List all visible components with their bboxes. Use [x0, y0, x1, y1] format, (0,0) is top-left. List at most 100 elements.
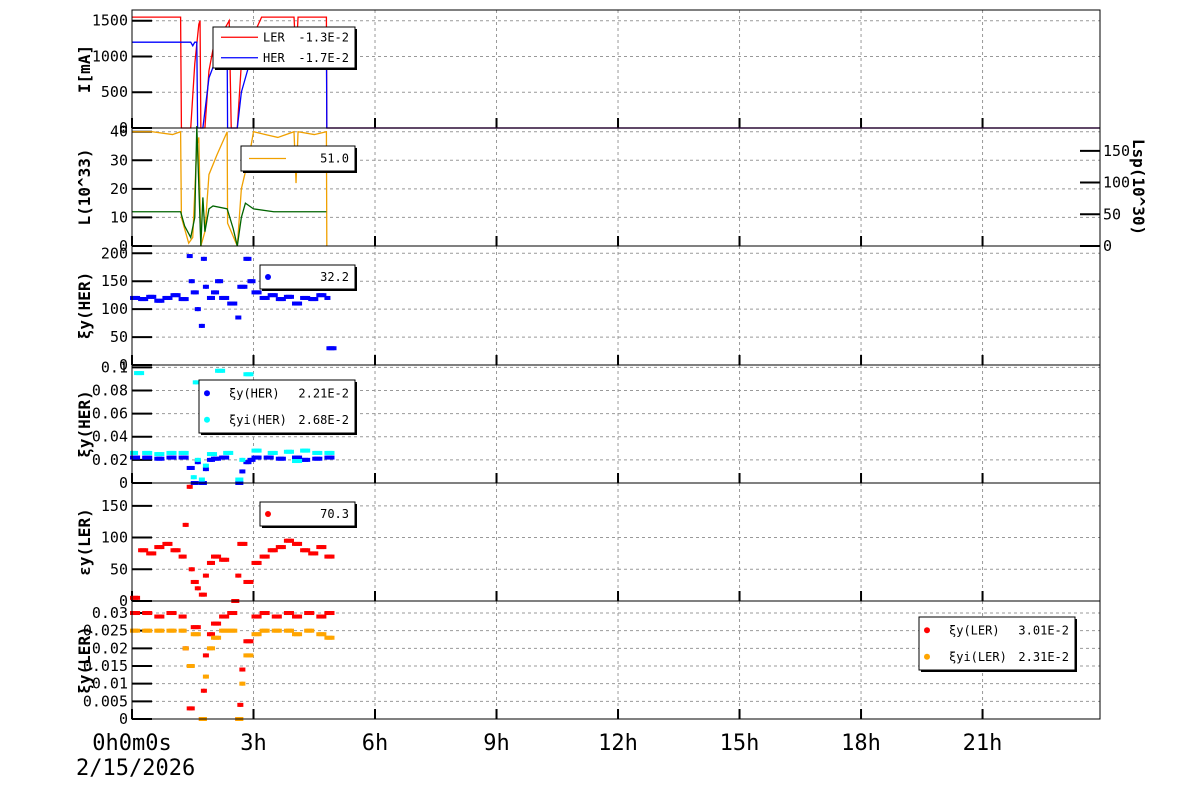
data-point: [140, 371, 145, 376]
legend-value: 3.01E-2: [1018, 623, 1069, 637]
data-point: [330, 450, 335, 455]
y-tick-label: 0.02: [92, 639, 128, 657]
data-point: [326, 295, 331, 300]
legend-dot-marker: [204, 390, 210, 397]
data-point: [257, 290, 262, 295]
y-tick-label: 0: [119, 474, 128, 492]
legend-label: HER: [263, 51, 285, 65]
data-point: [182, 628, 187, 633]
data-point: [168, 541, 173, 546]
y-tick-label: 150: [101, 272, 128, 290]
data-point: [184, 297, 189, 302]
data-point: [204, 467, 209, 472]
y-tick-label: 20: [110, 180, 128, 198]
data-point: [172, 628, 177, 633]
legend-dot-marker: [265, 511, 271, 517]
y-right-tick-label: 0: [1103, 237, 1112, 255]
data-point: [330, 455, 335, 460]
data-point: [152, 551, 157, 556]
data-point: [176, 293, 181, 298]
data-point: [241, 667, 246, 672]
data-point: [332, 346, 337, 351]
data-point: [184, 522, 189, 527]
data-point: [188, 484, 193, 489]
data-point: [249, 653, 254, 658]
x-tick-label: 3h: [240, 731, 267, 756]
panel-frame: [131, 245, 1101, 366]
data-point: [225, 295, 230, 300]
data-point: [298, 541, 303, 546]
data-point: [306, 457, 311, 462]
data-point: [172, 611, 177, 616]
data-point: [322, 614, 327, 619]
legend-dot-marker: [924, 627, 930, 634]
data-point: [298, 459, 303, 464]
y-tick-label: 0.08: [92, 381, 128, 399]
data-point: [257, 448, 262, 453]
legend-value: -1.3E-2: [298, 30, 349, 44]
data-point: [239, 702, 244, 707]
data-point: [202, 688, 207, 693]
data-point: [318, 456, 323, 461]
data-point: [225, 455, 230, 460]
data-point: [241, 469, 246, 474]
x-tick-label: 6h: [362, 731, 389, 756]
data-point: [136, 628, 141, 633]
data-point: [221, 368, 226, 373]
data-point: [148, 611, 153, 616]
data-point: [330, 611, 335, 616]
data-point: [233, 611, 238, 616]
panel-3: 0 0.02 0.04 0.06 0.08 0.1 ξy(HER) ξy(HER) 2.21E-…: [75, 358, 1101, 492]
data-point: [211, 632, 216, 637]
data-point: [184, 455, 189, 460]
data-point: [237, 573, 242, 578]
data-point: [190, 279, 195, 284]
data-point: [190, 706, 195, 711]
legend-label: LER: [263, 30, 285, 44]
data-point: [194, 290, 199, 295]
data-point: [148, 628, 153, 633]
data-point: [241, 681, 246, 686]
x-tick-label: 21h: [963, 731, 1003, 756]
legend-value: 70.3: [320, 507, 349, 521]
data-point: [148, 455, 153, 460]
y-tick-label: 40: [110, 123, 128, 141]
y-tick-label: 0.02: [92, 451, 128, 469]
data-point: [196, 586, 201, 591]
legend: 32.2: [259, 264, 357, 291]
legend: LER -1.3E-2 HER -1.7E-2: [212, 26, 357, 70]
y-tick-label: 150: [101, 497, 128, 515]
data-point: [298, 614, 303, 619]
data-point: [184, 646, 189, 651]
y-tick-label: 0.03: [92, 604, 128, 622]
y-tick-label: 50: [110, 560, 128, 578]
data-point: [265, 611, 270, 616]
y-tick-label: 0.005: [83, 692, 128, 710]
data-point: [182, 614, 187, 619]
x-tick-label: 0h0m0s: [92, 731, 171, 756]
data-point: [233, 301, 238, 306]
data-point: [152, 294, 157, 299]
legend-label: ξyi(HER): [229, 413, 287, 427]
data-point: [190, 465, 195, 470]
data-point: [289, 449, 294, 454]
data-point: [310, 611, 315, 616]
data-point: [172, 455, 177, 460]
data-point: [314, 297, 319, 302]
data-point: [225, 614, 230, 619]
data-point: [160, 628, 165, 633]
data-point: [257, 560, 262, 565]
y-right-tick-label: 150: [1103, 142, 1130, 160]
y-tick-label: 0.06: [92, 405, 128, 423]
panel-1: 010203040050100150Lsp(10^30)L(10^33) 51.0: [75, 123, 1148, 255]
data-point: [249, 639, 254, 644]
data-point: [213, 452, 218, 457]
data-point: [188, 254, 193, 259]
y-tick-label: 200: [101, 244, 128, 262]
data-point: [318, 450, 323, 455]
y-tick-label: 50: [110, 328, 128, 346]
panel-0: 050010001500I[mA]LER -1.3E-2HER -1.7E-2: [75, 9, 1101, 137]
data-point: [277, 614, 282, 619]
data-point: [322, 632, 327, 637]
x-tick-label: 12h: [598, 731, 638, 756]
